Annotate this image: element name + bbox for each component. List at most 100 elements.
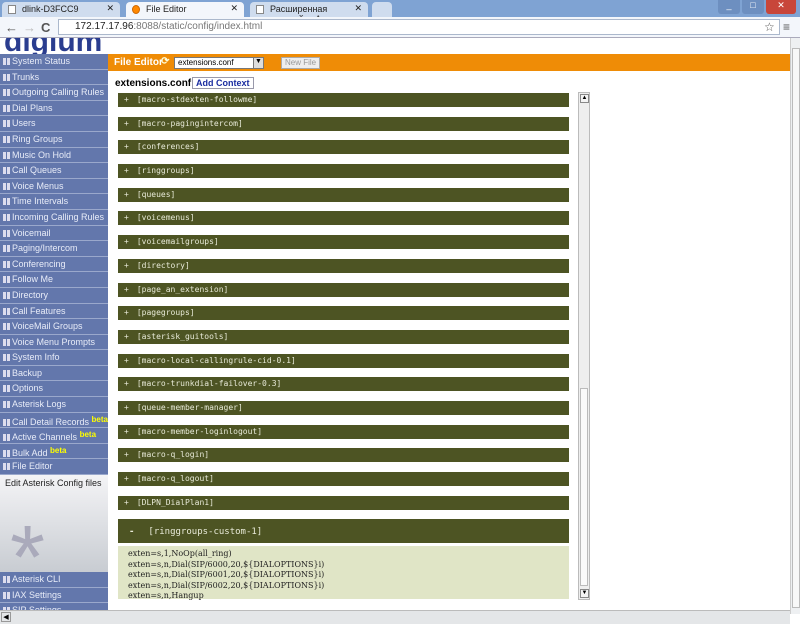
sidebar-item-follow-me[interactable]: Follow Me (0, 272, 108, 288)
close-icon[interactable]: ✕ (354, 3, 362, 14)
forward-icon[interactable]: → (23, 20, 36, 35)
reload-icon[interactable]: C (41, 20, 50, 35)
expand-icon[interactable]: + (124, 166, 129, 175)
context-row[interactable]: + [macro-q_logout] (118, 472, 569, 486)
context-row[interactable]: + [macro-pagingintercom] (118, 116, 569, 131)
expand-icon[interactable]: + (124, 142, 129, 151)
content-scrollbar[interactable]: ▲ ▼ (578, 92, 590, 600)
page-icon (256, 5, 264, 14)
sidebar-item-call-queues[interactable]: Call Queues (0, 163, 108, 179)
sidebar-item-call-detail-records[interactable]: Call Detail Records beta (0, 412, 108, 429)
expand-icon[interactable]: + (124, 450, 129, 459)
maximize-button[interactable]: □ (742, 0, 764, 14)
context-row[interactable]: + [macro-local-callingrule-cid-0.1] (118, 353, 569, 368)
tab-file-editor[interactable]: File Editor ✕ (126, 2, 244, 17)
expand-icon[interactable]: + (124, 498, 129, 507)
tab-dlink[interactable]: dlink-D3FCC9 ✕ (2, 2, 120, 17)
expand-icon[interactable]: + (124, 403, 129, 412)
sidebar-item-options[interactable]: Options (0, 381, 108, 398)
grid-icon (3, 182, 10, 190)
context-row[interactable]: + [queue-member-manager] (118, 400, 569, 415)
scroll-left-icon[interactable]: ◀ (1, 612, 11, 622)
grid-icon (3, 120, 10, 128)
context-row[interactable]: + [macro-member-loginlogout] (118, 424, 569, 439)
sidebar-item-voice-menu-prompts[interactable]: Voice Menu Prompts (0, 334, 108, 351)
expand-icon[interactable]: + (124, 119, 129, 128)
add-context-button[interactable]: Add Context (192, 77, 254, 89)
context-row[interactable]: + [macro-trunkdial-failover-0.3] (118, 377, 569, 392)
sidebar-item-conferencing[interactable]: Conferencing (0, 256, 108, 273)
expand-icon[interactable]: + (124, 213, 129, 222)
sidebar-item-trunks[interactable]: Trunks (0, 69, 108, 86)
sidebar-item-time-intervals[interactable]: Time Intervals (0, 194, 108, 210)
sidebar-item-active-channels[interactable]: Active Channels beta (0, 428, 108, 444)
context-row[interactable]: + [queues] (118, 187, 569, 202)
sidebar-item-system-status[interactable]: System Status (0, 54, 108, 70)
context-expanded-header[interactable]: - [ringgroups-custom-1] (118, 519, 569, 544)
context-row[interactable]: + [voicemenus] (118, 211, 569, 226)
sidebar-item-bulk-add[interactable]: Bulk Add beta (0, 443, 108, 460)
sidebar-item-users[interactable]: Users (0, 116, 108, 132)
page-horizontal-scrollbar[interactable]: ◀ (0, 610, 790, 624)
expand-icon[interactable]: + (124, 332, 129, 341)
expand-icon[interactable]: + (124, 95, 129, 104)
context-row[interactable]: + [voicemailgroups] (118, 235, 569, 250)
sidebar-item-incoming-calling-rules[interactable]: Incoming Calling Rules (0, 209, 108, 226)
grid-icon (3, 89, 10, 97)
new-file-button[interactable]: New File (281, 57, 321, 69)
expand-icon[interactable]: + (124, 379, 129, 388)
expand-icon[interactable]: + (124, 190, 129, 199)
sidebar-item-paging-intercom[interactable]: Paging/Intercom (0, 241, 108, 257)
sidebar-item-voice-menus[interactable]: Voice Menus (0, 178, 108, 195)
context-row[interactable]: + [macro-stdexten-followme] (118, 93, 569, 107)
context-row[interactable]: + [pagegroups] (118, 306, 569, 321)
context-row[interactable]: + [directory] (118, 258, 569, 273)
expand-icon[interactable]: + (124, 474, 129, 483)
minimize-button[interactable]: _ (718, 0, 740, 14)
code-line: exten=s,n,Dial(SIP/6001,20,${DIALOPTIONS… (128, 570, 325, 580)
close-icon[interactable]: ✕ (106, 3, 114, 14)
context-row[interactable]: + [page_an_extension] (118, 282, 569, 297)
scrollbar-thumb[interactable] (580, 388, 588, 586)
tab-advanced-settings[interactable]: Расширенная настройка А✕ (250, 2, 368, 24)
sidebar-item-directory[interactable]: Directory (0, 287, 108, 304)
sidebar-item-backup[interactable]: Backup (0, 365, 108, 382)
sidebar-item-outgoing-calling-rules[interactable]: Outgoing Calling Rules (0, 85, 108, 101)
close-window-button[interactable]: ✕ (766, 0, 796, 14)
sidebar-item-ring-groups[interactable]: Ring Groups (0, 131, 108, 148)
sidebar-item-music-on-hold[interactable]: Music On Hold (0, 147, 108, 164)
page-vertical-scrollbar[interactable] (790, 38, 800, 614)
url-input[interactable]: 172.17.17.96:8088/static/config/index.ht… (58, 19, 780, 35)
context-code[interactable]: exten=s,1,NoOp(all_ring) exten=s,n,Dial(S… (118, 546, 569, 600)
context-row[interactable]: + [macro-q_login] (118, 448, 569, 463)
expand-icon[interactable]: + (124, 237, 129, 246)
sidebar-item-call-features[interactable]: Call Features (0, 303, 108, 320)
file-select[interactable]: extensions.conf ▼ (174, 57, 264, 69)
context-row[interactable]: + [ringgroups] (118, 164, 569, 179)
sidebar-item-file-editor[interactable]: File Editor (0, 459, 108, 476)
close-icon[interactable]: ✕ (230, 3, 238, 14)
context-row[interactable]: + [DLPN_DialPlan1] (118, 495, 569, 510)
bookmark-star-icon[interactable]: ☆ (764, 20, 775, 34)
context-row[interactable]: + [asterisk_guitools] (118, 329, 569, 344)
sidebar-item-voicemail-groups[interactable]: VoiceMail Groups (0, 319, 108, 335)
scrollbar-thumb[interactable] (792, 48, 800, 608)
expand-icon[interactable]: + (124, 427, 129, 436)
expand-icon[interactable]: + (124, 356, 129, 365)
expand-icon[interactable]: + (124, 285, 129, 294)
context-row[interactable]: + [conferences] (118, 140, 569, 155)
scroll-down-icon[interactable]: ▼ (580, 589, 589, 598)
back-icon[interactable]: ← (5, 20, 18, 35)
scroll-up-icon[interactable]: ▲ (580, 94, 589, 103)
sidebar-item-voicemail[interactable]: Voicemail (0, 225, 108, 242)
collapse-icon[interactable]: - (129, 527, 134, 537)
refresh-icon[interactable]: ⟳ (161, 56, 169, 67)
new-tab-button[interactable] (372, 2, 392, 17)
sidebar-item-system-info[interactable]: System Info (0, 350, 108, 366)
sidebar-item-asterisk-logs[interactable]: Asterisk Logs (0, 397, 108, 413)
sidebar-item-dial-plans[interactable]: Dial Plans (0, 100, 108, 117)
expand-icon[interactable]: + (124, 261, 129, 270)
asterisk-favicon-icon (132, 5, 140, 14)
wrench-icon[interactable]: ≡ (783, 20, 790, 34)
expand-icon[interactable]: + (124, 308, 129, 317)
